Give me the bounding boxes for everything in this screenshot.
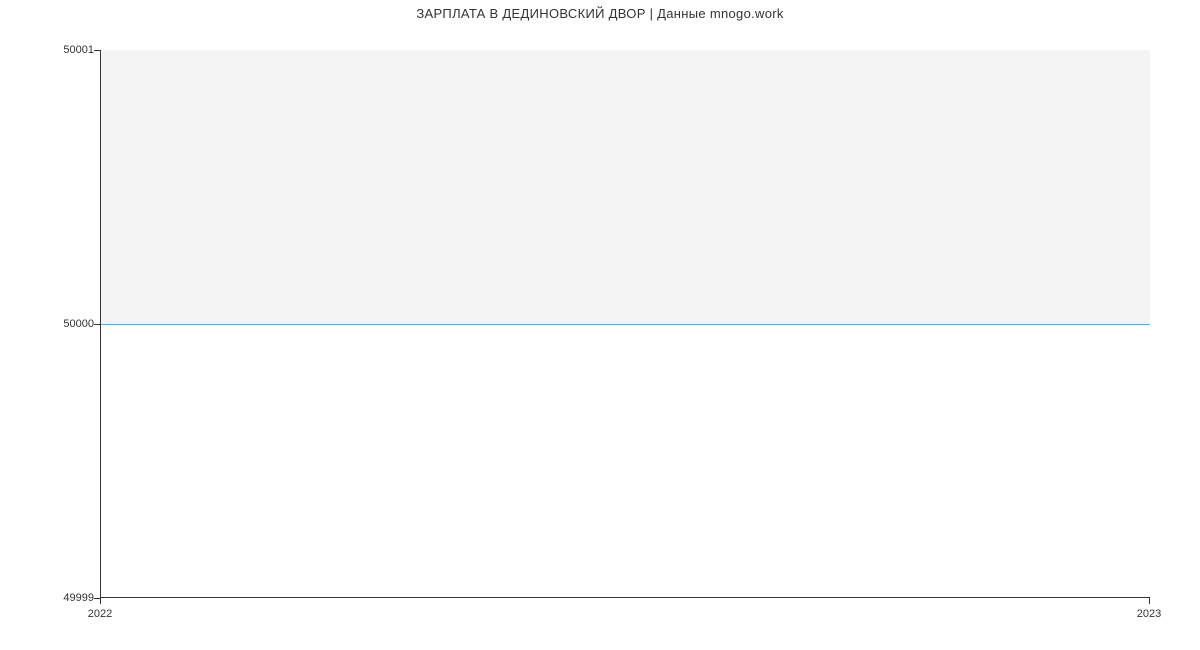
- x-tick: [100, 598, 101, 604]
- x-tick-label: 2023: [1137, 608, 1161, 620]
- area-fill: [101, 50, 1150, 324]
- plot-area: [100, 50, 1150, 598]
- chart-container: ЗАРПЛАТА В ДЕДИНОВСКИЙ ДВОР | Данные mno…: [0, 0, 1200, 650]
- x-tick-label: 2022: [88, 608, 112, 620]
- y-tick-label: 49999: [63, 592, 94, 604]
- y-tick-label: 50000: [63, 318, 94, 330]
- x-tick: [1149, 598, 1150, 604]
- y-tick-label: 50001: [63, 44, 94, 56]
- chart-title: ЗАРПЛАТА В ДЕДИНОВСКИЙ ДВОР | Данные mno…: [0, 6, 1200, 21]
- data-line: [101, 324, 1150, 325]
